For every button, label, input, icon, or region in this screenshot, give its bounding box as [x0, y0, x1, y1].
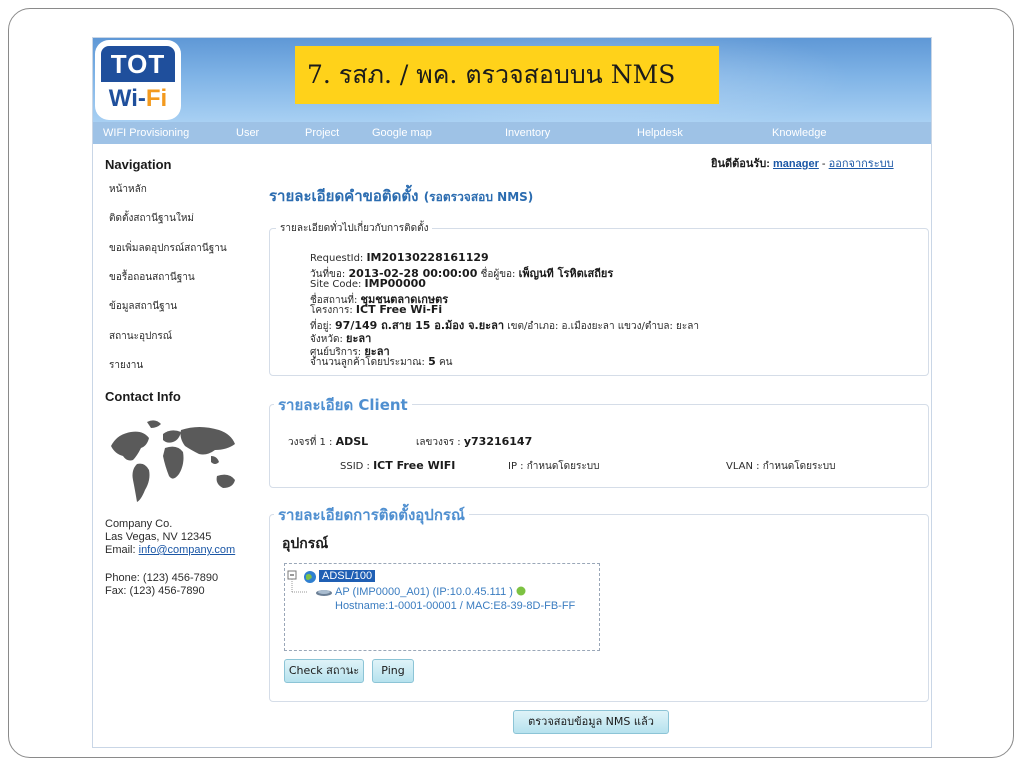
sidebar-item-install-new[interactable]: ติดตั้งสถานีฐานใหม่ [109, 211, 194, 226]
circuit-label: วงจรที่ 1 : [288, 437, 336, 448]
company-name: Company Co. [105, 518, 173, 530]
status-online-icon [516, 586, 526, 596]
ip-label: IP : [508, 461, 527, 472]
welcome-bar: ยินดีต้อนรับ: manager - ออกจากระบบ [711, 154, 894, 172]
request-id-label: RequestId: [310, 253, 367, 264]
company-city: Las Vegas, NV 12345 [105, 531, 212, 543]
requester-label: ชื่อผู้ขอ: [477, 269, 519, 280]
request-id-value: IM20130228161129 [366, 251, 489, 264]
vlan-value: กำหนดโดยระบบ [762, 461, 836, 472]
navigation-title: Navigation [105, 157, 172, 172]
sidebar-item-device-status[interactable]: สถานะอุปกรณ์ [109, 329, 172, 344]
sidebar-item-dismantle[interactable]: ขอรื้อถอนสถานีฐาน [109, 270, 195, 285]
user-link[interactable]: manager [773, 158, 819, 170]
header-banner: TOT Wi-Fi 7. รสภ. / พค. ตรวจสอบบน NMS [93, 38, 931, 138]
welcome-separator: - [818, 158, 829, 170]
customers-label: จำนวนลูกค้าโดยประมาณ: [310, 357, 429, 368]
general-details-legend: รายละเอียดทั่วไปเกี่ยวกับการติดตั้ง [276, 221, 433, 236]
ssid-label: SSID : [340, 461, 374, 472]
circuit-number-value: y73216147 [463, 435, 533, 448]
customers-line: จำนวนลูกค้าโดยประมาณ: 5 คน [310, 355, 452, 370]
circuit-value: ADSL [335, 435, 369, 448]
world-map-image [111, 420, 235, 502]
tree-node-adsl[interactable]: ADSL/100 [319, 570, 376, 582]
globe-icon [304, 571, 316, 583]
welcome-label: ยินดีต้อนรับ: [711, 158, 770, 170]
email-label: Email: [105, 544, 139, 556]
customers-unit: คน [435, 357, 453, 368]
client-details-legend: รายละเอียด Client [274, 393, 412, 417]
request-id-line: RequestId: IM20130228161129 [310, 251, 489, 264]
company-phone: Phone: (123) 456-7890 [105, 572, 219, 584]
sidebar-item-home[interactable]: หน้าหลัก [109, 182, 147, 197]
address-rest: เขต/อำเภอ: อ.เมืองยะลา แขวง/ตำบล: ยะลา [504, 321, 699, 332]
nav-user[interactable]: User [236, 122, 259, 144]
page-heading-main: รายละเอียดคำขอติดตั้ง [269, 187, 419, 205]
nav-helpdesk[interactable]: Helpdesk [637, 122, 683, 144]
nav-inventory[interactable]: Inventory [505, 122, 550, 144]
circuit-line: วงจรที่ 1 : ADSL [288, 435, 368, 450]
tot-wifi-logo: TOT Wi-Fi [95, 40, 181, 120]
nav-wifi-provisioning[interactable]: WIFI Provisioning [103, 122, 189, 144]
site-code-label: Site Code: [310, 279, 365, 290]
vlan-label: VLAN : [726, 461, 763, 472]
slide-title: 7. รสภ. / พค. ตรวจสอบบน NMS [295, 46, 719, 104]
customers-value: 5 [428, 355, 436, 368]
project-label: โครงการ: [310, 305, 356, 316]
ap-label: AP (IMP0000_A01) (IP:10.0.45.111 ) [335, 586, 513, 598]
ip-line: IP : กำหนดโดยระบบ [508, 459, 599, 474]
logo-wi: Wi- [108, 85, 146, 112]
site-code-value: IMP00000 [364, 277, 426, 290]
requester-value: เพ็ญนที โรหิตเสถียร [518, 267, 614, 280]
app-window: TOT Wi-Fi 7. รสภ. / พค. ตรวจสอบบน NMS WI… [92, 37, 932, 748]
nav-project[interactable]: Project [305, 122, 339, 144]
ssid-line: SSID : ICT Free WIFI [340, 459, 455, 472]
company-email: Email: info@company.com [105, 544, 235, 557]
page-heading: รายละเอียดคำขอติดตั้ง (รอตรวจสอบ NMS) [269, 184, 533, 208]
site-code-line: Site Code: IMP00000 [310, 277, 426, 290]
device-subtitle: อุปกรณ์ [282, 536, 329, 552]
tree-node-ap[interactable]: AP (IMP0000_A01) (IP:10.0.45.111 ) [335, 586, 526, 598]
circuit-number-line: เลขวงจร : y73216147 [416, 435, 532, 450]
device-details-legend: รายละเอียดการติดตั้งอุปกรณ์ [274, 503, 469, 527]
nav-google-map[interactable]: Google map [372, 122, 432, 144]
device-tree: ADSL/100 AP (IMP0000_A01) (IP:10.0.45.11… [284, 563, 600, 651]
logo-wifi-text: Wi-Fi [101, 82, 175, 116]
company-fax: Fax: (123) 456-7890 [105, 585, 205, 597]
general-details-panel: รายละเอียดทั่วไปเกี่ยวกับการติดตั้ง Requ… [269, 221, 929, 376]
project-value: ICT Free Wi-Fi [355, 303, 443, 316]
device-details-panel: รายละเอียดการติดตั้งอุปกรณ์ อุปกรณ์ ADSL… [269, 503, 929, 702]
circuit-number-label: เลขวงจร : [416, 437, 464, 448]
ap-hostname: Hostname:1-0001-00001 / MAC:E8-39-8D-FB-… [335, 600, 576, 612]
vlan-line: VLAN : กำหนดโดยระบบ [726, 459, 835, 474]
ssid-value: ICT Free WIFI [373, 459, 456, 472]
logo-tot-text: TOT [101, 46, 175, 82]
top-nav: WIFI Provisioning User Project Google ma… [93, 122, 931, 144]
verify-nms-button[interactable]: ตรวจสอบข้อมูล NMS แล้ว [513, 710, 669, 734]
access-point-icon [316, 590, 332, 596]
logout-link[interactable]: ออกจากระบบ [829, 158, 894, 170]
page-heading-status: (รอตรวจสอบ NMS) [423, 190, 534, 204]
logo-fi: Fi [145, 85, 168, 112]
ip-value: กำหนดโดยระบบ [526, 461, 600, 472]
contact-info-title: Contact Info [105, 389, 181, 404]
sidebar-item-station-info[interactable]: ข้อมูลสถานีฐาน [109, 299, 177, 314]
client-details-panel: รายละเอียด Client วงจรที่ 1 : ADSL เลขวง… [269, 393, 929, 488]
check-status-button[interactable]: Check สถานะ [284, 659, 364, 683]
email-link[interactable]: info@company.com [139, 544, 236, 556]
sidebar-item-add-remove-device[interactable]: ขอเพิ่มลดอุปกรณ์สถานีฐาน [109, 241, 227, 256]
sidebar-item-report[interactable]: รายงาน [109, 358, 143, 373]
nav-knowledge[interactable]: Knowledge [772, 122, 826, 144]
ping-button[interactable]: Ping [372, 659, 414, 683]
